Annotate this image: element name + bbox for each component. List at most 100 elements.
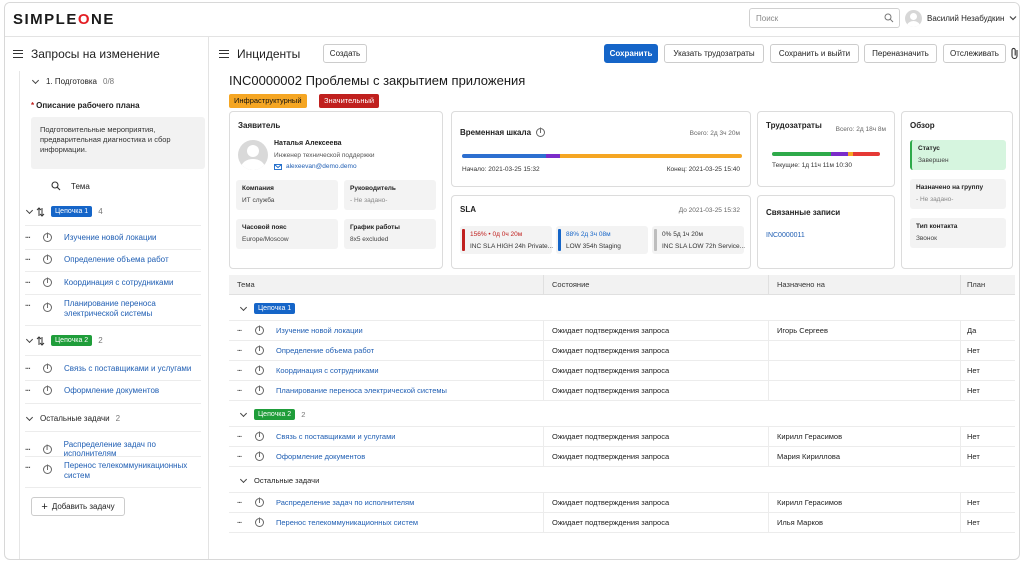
task-link[interactable]: Координация с сотрудниками <box>276 366 379 375</box>
track-button[interactable]: Отслеживать <box>943 44 1006 63</box>
info-icon[interactable] <box>42 444 52 454</box>
table-row[interactable]: ···Перенос телекоммуникационных системОж… <box>229 513 1015 533</box>
info-icon[interactable] <box>43 386 52 395</box>
task-link[interactable]: Перенос телекоммуникационных систем <box>64 461 188 481</box>
info-icon[interactable] <box>255 432 264 441</box>
task-link[interactable]: Связь с поставщиками и услугами <box>64 364 191 373</box>
status-field[interactable]: Статус Завершен <box>910 140 1006 170</box>
reassign-button[interactable]: Переназначить <box>864 44 937 63</box>
col-topic[interactable]: Тема <box>229 280 543 289</box>
plan-text[interactable]: Подготовительные мероприятия, предварите… <box>31 117 205 169</box>
task-link[interactable]: Координация с сотрудниками <box>64 278 173 287</box>
more-icon[interactable]: ··· <box>237 518 255 527</box>
table-row[interactable]: ···Связь с поставщиками и услугамиОжидае… <box>229 427 1015 447</box>
sla-item[interactable]: 0% 5д 1ч 20м INC SLA LOW 72h Service... <box>652 226 745 254</box>
search-input[interactable]: Поиск <box>749 8 900 28</box>
table-row[interactable]: ···Распределение задач по исполнителямОж… <box>229 493 1015 513</box>
more-icon[interactable]: ··· <box>25 301 43 310</box>
task-link[interactable]: Оформление документов <box>64 386 159 395</box>
contact-type-field[interactable]: Тип контакта Звонок <box>910 218 1006 248</box>
more-icon[interactable]: ··· <box>25 233 43 242</box>
more-icon[interactable]: ··· <box>237 366 255 375</box>
more-icon[interactable]: ··· <box>237 498 255 507</box>
list-item[interactable]: ··· Оформление документов <box>25 386 159 395</box>
list-item[interactable]: ··· Координация с сотрудниками <box>25 278 173 287</box>
info-icon[interactable] <box>255 518 264 527</box>
list-item[interactable]: ··· Перенос телекоммуникационных систем <box>25 461 188 481</box>
related-link[interactable]: INC0000011 <box>766 232 805 239</box>
save-button[interactable]: Сохранить <box>604 44 658 63</box>
info-icon[interactable] <box>255 346 264 355</box>
task-link[interactable]: Перенос телекоммуникационных систем <box>276 518 418 527</box>
chain-2-header[interactable]: Цепочка 2 2 <box>25 335 103 346</box>
create-button[interactable]: Создать <box>323 44 367 63</box>
company-field[interactable]: Компания ИТ служба <box>236 180 338 210</box>
info-icon[interactable] <box>255 326 264 335</box>
more-icon[interactable]: ··· <box>237 326 255 335</box>
table-row[interactable]: ··· Планирование переноса электрической с… <box>229 381 1015 401</box>
paperclip-icon[interactable] <box>1010 47 1020 60</box>
group-header-chain-1[interactable]: Цепочка 1 <box>229 297 1015 321</box>
task-link[interactable]: Определение объема работ <box>276 346 374 355</box>
info-icon[interactable] <box>255 452 264 461</box>
info-icon[interactable] <box>255 366 264 375</box>
task-link[interactable]: Изучение новой локации <box>276 326 363 335</box>
requester-name[interactable]: Наталья Алексеева <box>274 140 342 147</box>
sla-item[interactable]: 156% • 0д 0ч 20м INC SLA HIGH 24h Privat… <box>460 226 553 254</box>
info-icon[interactable] <box>43 233 52 242</box>
task-link[interactable]: Планирование переноса электрической сист… <box>64 299 174 319</box>
requester-email[interactable]: alexeevan@demo.demo <box>274 163 357 170</box>
search-icon[interactable] <box>51 181 61 191</box>
other-tasks-header[interactable]: Остальные задачи 2 <box>25 413 120 423</box>
group-field[interactable]: Назначено на группу - Не задано- <box>910 179 1006 209</box>
col-assignee[interactable]: Назначено на <box>768 275 960 294</box>
more-icon[interactable]: ··· <box>237 432 255 441</box>
task-link[interactable]: Связь с поставщиками и услугами <box>276 432 395 441</box>
list-item[interactable]: ··· Планирование переноса электрической с… <box>25 299 174 319</box>
task-link[interactable]: Планирование переноса электрической сист… <box>276 386 447 395</box>
more-icon[interactable]: ··· <box>237 386 255 395</box>
info-icon[interactable] <box>43 278 52 287</box>
list-item[interactable]: ··· Определение объема работ <box>25 255 169 264</box>
table-row[interactable]: ···Изучение новой локацииОжидает подтвер… <box>229 321 1015 341</box>
task-link[interactable]: Распределение задач по исполнителям <box>276 498 414 507</box>
more-icon[interactable]: ··· <box>25 463 43 472</box>
table-row[interactable]: ···Координация с сотрудникамиОжидает под… <box>229 361 1015 381</box>
task-link[interactable]: Оформление документов <box>276 452 365 461</box>
group-header-other[interactable]: Остальные задачи <box>229 469 1015 493</box>
task-link[interactable]: Изучение новой локации <box>64 233 157 242</box>
info-icon[interactable] <box>255 386 264 395</box>
logo[interactable]: SIMPLEONE <box>13 11 115 28</box>
user-menu[interactable]: Василий Незабудкин <box>905 8 1017 28</box>
list-item[interactable]: ··· Изучение новой локации <box>25 233 157 242</box>
col-plan[interactable]: План <box>960 275 1015 294</box>
more-icon[interactable]: ··· <box>25 386 43 395</box>
info-icon[interactable] <box>43 465 52 474</box>
more-icon[interactable]: ··· <box>25 255 43 264</box>
list-item[interactable]: ··· Связь с поставщиками и услугами <box>25 364 191 373</box>
stage-header[interactable]: 1. Подготовка 0/8 <box>31 76 114 86</box>
timezone-field[interactable]: Часовой пояс Europe/Moscow <box>236 219 338 249</box>
more-icon[interactable]: ··· <box>25 445 43 454</box>
save-exit-button[interactable]: Сохранить и выйти <box>770 44 859 63</box>
sla-item[interactable]: 88% 2д 3ч 08м LOW 354h Staging <box>556 226 648 254</box>
table-row[interactable]: ···Определение объема работОжидает подтв… <box>229 341 1015 361</box>
manager-field[interactable]: Руководитель - Не задано- <box>344 180 436 210</box>
more-icon[interactable]: ··· <box>25 364 43 373</box>
group-header-chain-2[interactable]: Цепочка 2 2 <box>229 403 1015 427</box>
effort-button[interactable]: Указать трудозатраты <box>664 44 764 63</box>
info-icon[interactable] <box>255 498 264 507</box>
info-icon[interactable] <box>43 255 52 264</box>
info-icon[interactable] <box>43 364 52 373</box>
schedule-field[interactable]: График работы 8x5 excluded <box>344 219 436 249</box>
col-state[interactable]: Состояние <box>543 275 768 294</box>
more-icon[interactable]: ··· <box>25 278 43 287</box>
menu-icon[interactable] <box>13 50 23 58</box>
chain-1-header[interactable]: Цепочка 1 4 <box>25 206 103 217</box>
info-icon[interactable] <box>43 303 52 312</box>
task-link[interactable]: Определение объема работ <box>64 255 169 264</box>
table-row[interactable]: ···Оформление документовОжидает подтверж… <box>229 447 1015 467</box>
add-task-button[interactable]: + Добавить задачу <box>31 497 125 516</box>
menu-icon[interactable] <box>219 50 229 58</box>
more-icon[interactable]: ··· <box>237 346 255 355</box>
